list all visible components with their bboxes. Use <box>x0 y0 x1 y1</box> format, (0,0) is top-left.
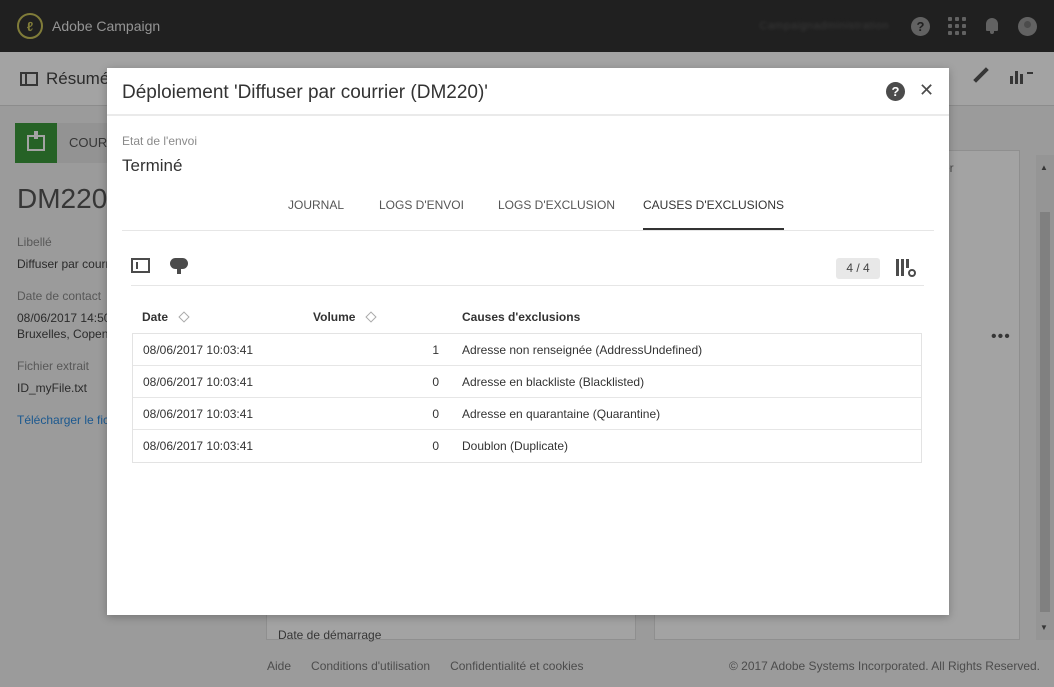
table-header: Date Volume Causes d'exclusions <box>132 306 922 334</box>
table-row[interactable]: 08/06/2017 10:03:41 1 Adresse non rensei… <box>133 334 921 366</box>
side-panel-toggle-icon[interactable] <box>131 258 150 273</box>
row-date: 08/06/2017 10:03:41 <box>143 343 254 357</box>
row-volume: 0 <box>432 407 439 421</box>
sort-icon[interactable] <box>365 311 378 323</box>
delivery-state-value: Terminé <box>122 156 183 175</box>
column-date-label: Date <box>142 310 169 324</box>
tab-sending-logs[interactable]: LOGS D'ENVOI <box>379 198 464 230</box>
row-cause: Adresse en blackliste (Blacklisted) <box>462 375 645 389</box>
column-header-date[interactable]: Date <box>142 310 190 324</box>
table-row[interactable]: 08/06/2017 10:03:41 0 Adresse en quarant… <box>133 398 921 430</box>
row-cause: Adresse en quarantaine (Quarantine) <box>462 407 661 421</box>
dialog-header: Déploiement 'Diffuser par courrier (DM22… <box>107 68 949 116</box>
cloud-download-icon[interactable] <box>169 256 189 274</box>
record-count-badge: 4 / 4 <box>836 258 880 279</box>
exclusion-causes-table: 08/06/2017 10:03:41 1 Adresse non rensei… <box>132 333 922 463</box>
row-date: 08/06/2017 10:03:41 <box>143 375 254 389</box>
deployment-dialog: Déploiement 'Diffuser par courrier (DM22… <box>107 68 949 615</box>
close-icon[interactable]: ✕ <box>919 80 934 101</box>
tab-exclusion-causes[interactable]: CAUSES D'EXCLUSIONS <box>643 198 784 230</box>
row-date: 08/06/2017 10:03:41 <box>143 407 254 421</box>
column-header-causes: Causes d'exclusions <box>462 310 581 324</box>
row-volume: 0 <box>432 375 439 389</box>
row-cause: Doublon (Duplicate) <box>462 439 569 453</box>
tab-journal[interactable]: JOURNAL <box>288 198 344 230</box>
dialog-tabs: JOURNAL LOGS D'ENVOI LOGS D'EXCLUSION CA… <box>122 192 934 231</box>
dialog-help-icon[interactable]: ? <box>886 82 905 101</box>
table-toolbar: 4 / 4 <box>131 254 924 286</box>
row-cause: Adresse non renseignée (AddressUndefined… <box>462 343 703 357</box>
row-volume: 0 <box>432 439 439 453</box>
column-header-volume[interactable]: Volume <box>313 310 378 324</box>
tab-exclusion-logs[interactable]: LOGS D'EXCLUSION <box>498 198 615 230</box>
table-row[interactable]: 08/06/2017 10:03:41 0 Adresse en blackli… <box>133 366 921 398</box>
dialog-title: Déploiement 'Diffuser par courrier (DM22… <box>122 82 488 103</box>
column-volume-label: Volume <box>313 310 356 324</box>
sort-icon[interactable] <box>178 311 190 323</box>
table-row[interactable]: 08/06/2017 10:03:41 0 Doublon (Duplicate… <box>133 430 921 462</box>
delivery-state-label: Etat de l'envoi <box>122 134 198 148</box>
row-date: 08/06/2017 10:03:41 <box>143 439 254 453</box>
row-volume: 1 <box>432 343 439 357</box>
column-settings-icon[interactable] <box>896 259 916 277</box>
